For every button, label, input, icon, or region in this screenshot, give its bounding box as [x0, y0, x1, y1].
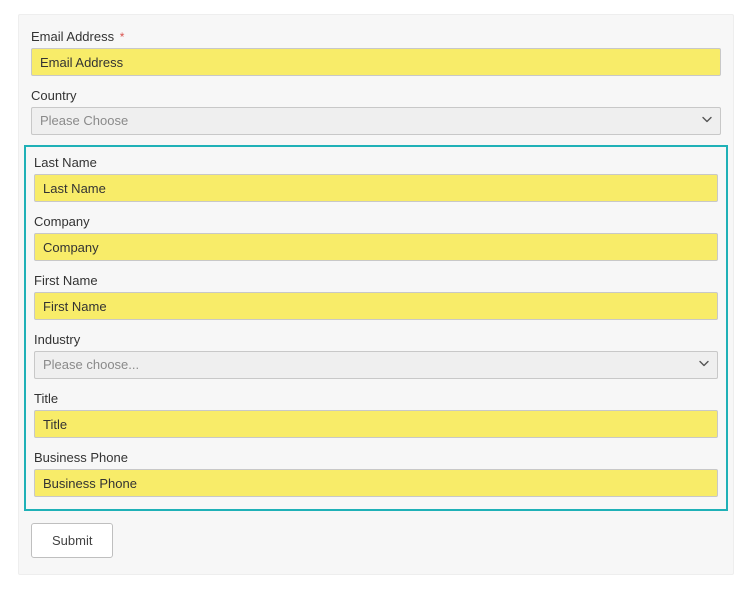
industry-label: Industry [34, 332, 718, 347]
first-name-label: First Name [34, 273, 718, 288]
industry-select[interactable]: Please choose... [34, 351, 718, 379]
email-input[interactable] [31, 48, 721, 76]
title-field-wrap: Title [26, 387, 726, 446]
submit-row: Submit [19, 515, 733, 558]
company-input[interactable] [34, 233, 718, 261]
industry-field-wrap: Industry Please choose... [26, 328, 726, 387]
last-name-label: Last Name [34, 155, 718, 170]
form-outer: Email Address * Country Please Choose La… [0, 0, 752, 589]
submit-button[interactable]: Submit [31, 523, 113, 558]
last-name-input[interactable] [34, 174, 718, 202]
country-select[interactable]: Please Choose [31, 107, 721, 135]
email-field-wrap: Email Address * [19, 25, 733, 84]
company-label: Company [34, 214, 718, 229]
country-select-wrap: Please Choose [31, 107, 721, 135]
business-phone-label: Business Phone [34, 450, 718, 465]
last-name-field-wrap: Last Name [26, 151, 726, 210]
form-panel: Email Address * Country Please Choose La… [18, 14, 734, 575]
industry-select-wrap: Please choose... [34, 351, 718, 379]
highlighted-group: Last Name Company First Name Industry Pl… [24, 145, 728, 511]
country-label: Country [31, 88, 721, 103]
email-label-text: Email Address [31, 29, 114, 44]
email-label: Email Address * [31, 29, 721, 44]
title-input[interactable] [34, 410, 718, 438]
first-name-input[interactable] [34, 292, 718, 320]
country-field-wrap: Country Please Choose [19, 84, 733, 143]
company-field-wrap: Company [26, 210, 726, 269]
business-phone-input[interactable] [34, 469, 718, 497]
business-phone-field-wrap: Business Phone [26, 446, 726, 505]
first-name-field-wrap: First Name [26, 269, 726, 328]
required-star: * [120, 30, 125, 44]
title-label: Title [34, 391, 718, 406]
